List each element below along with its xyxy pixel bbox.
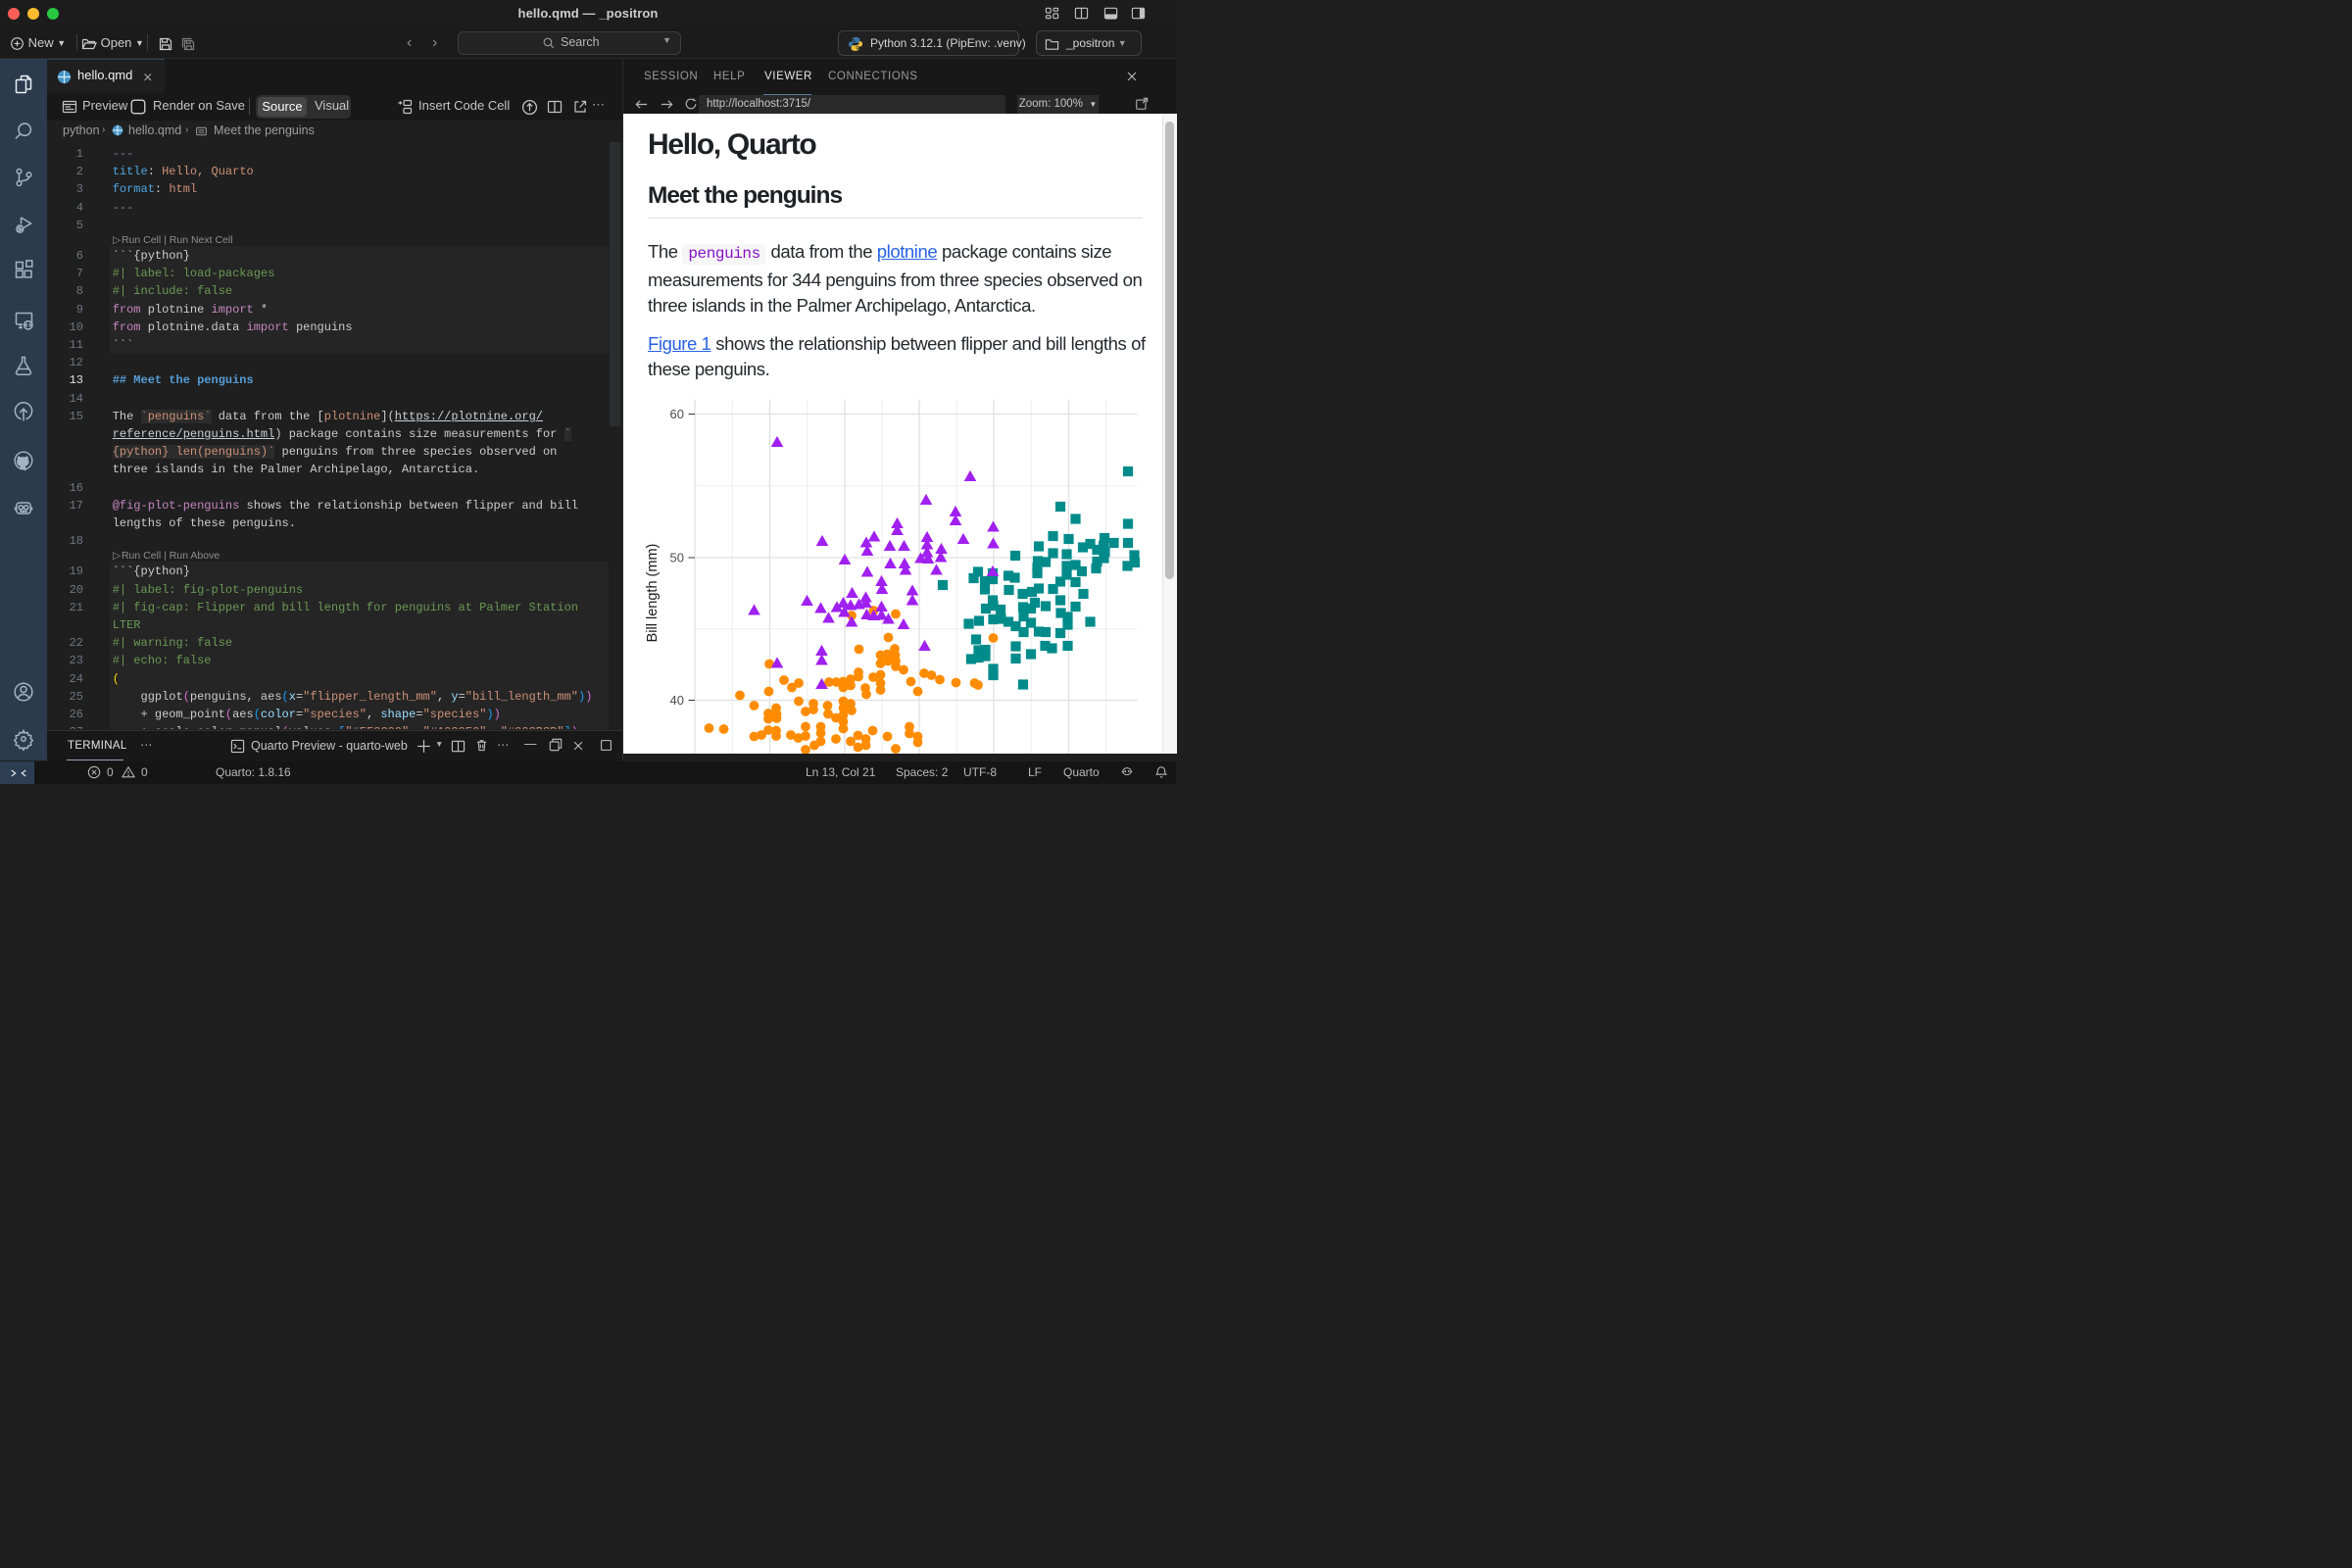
svg-text:40: 40: [670, 693, 684, 708]
svg-text:60: 60: [670, 407, 684, 421]
svg-text:50: 50: [670, 551, 684, 565]
svg-text:Bill length (mm): Bill length (mm): [645, 544, 661, 643]
